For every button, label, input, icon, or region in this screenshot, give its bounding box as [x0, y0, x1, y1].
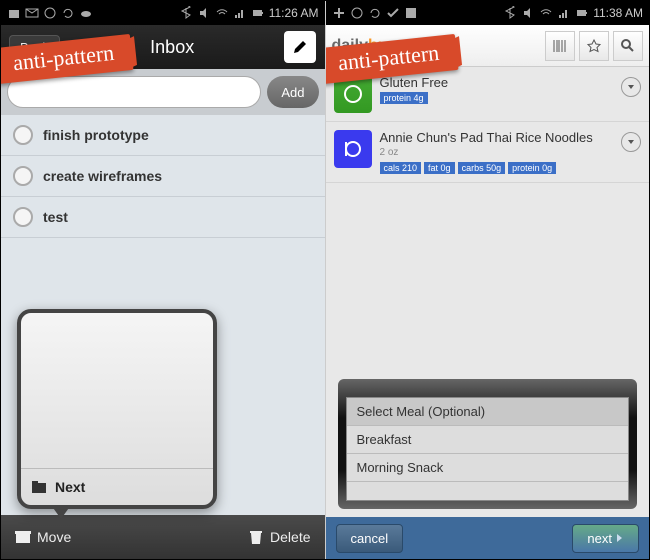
list-item[interactable]: create wireframes	[1, 156, 325, 197]
page-title: Inbox	[150, 37, 194, 58]
move-button[interactable]: Move	[15, 529, 71, 545]
popover-next-label: Next	[55, 479, 85, 495]
bottom-toolbar: Move Delete	[1, 515, 325, 559]
bottom-toolbar: cancel next	[326, 517, 650, 559]
nutrition-tag: fat 0g	[424, 162, 455, 174]
cancel-button[interactable]: cancel	[336, 524, 404, 553]
wifi-icon	[539, 6, 553, 20]
facebook-icon	[404, 6, 418, 20]
chevron-down-icon	[626, 137, 636, 147]
expand-button[interactable]	[621, 77, 641, 97]
search-icon	[620, 38, 636, 54]
todo-label: finish prototype	[43, 127, 149, 143]
expand-button[interactable]	[621, 132, 641, 152]
search-button[interactable]	[613, 31, 643, 61]
phone-right: 11:38 AM dailyburn Gluten Free protein 4…	[326, 1, 650, 559]
status-bar: 11:38 AM	[326, 1, 650, 25]
clock-text: 11:26 AM	[269, 6, 319, 20]
status-bar: 11:26 AM	[1, 1, 325, 25]
radio-icon[interactable]	[13, 207, 33, 227]
food-thumb	[334, 130, 372, 168]
todo-label: test	[43, 209, 68, 225]
picker-option[interactable]: Breakfast	[347, 426, 629, 454]
picker-wheel[interactable]: Select Meal (Optional) Breakfast Morning…	[346, 397, 630, 501]
next-label: next	[587, 531, 612, 546]
picker-option[interactable]: Select Meal (Optional)	[347, 398, 629, 426]
pencil-icon	[292, 39, 308, 55]
compose-button[interactable]	[284, 31, 316, 63]
nutrition-tag: protein 0g	[508, 162, 556, 174]
refresh-icon	[61, 6, 75, 20]
next-button[interactable]: next	[572, 524, 639, 553]
clock-text: 11:38 AM	[593, 6, 643, 20]
popover-next-row[interactable]: Next	[21, 468, 213, 505]
bluetooth-icon	[503, 6, 517, 20]
food-size: 2 oz	[380, 147, 642, 158]
wifi-icon	[215, 6, 229, 20]
chrome-icon	[350, 6, 364, 20]
chrome-icon	[43, 6, 57, 20]
plus-icon	[332, 6, 346, 20]
mail-icon	[25, 6, 39, 20]
meal-picker: Select Meal (Optional) Breakfast Morning…	[338, 379, 638, 509]
add-button[interactable]: Add	[267, 76, 318, 108]
list-item[interactable]: Annie Chun's Pad Thai Rice Noodles 2 oz …	[326, 122, 650, 183]
delete-label: Delete	[270, 529, 310, 545]
folder-icon	[31, 480, 47, 494]
check-icon	[386, 6, 400, 20]
move-popover: Next	[17, 309, 217, 509]
signal-icon	[557, 6, 571, 20]
new-todo-input[interactable]	[7, 76, 261, 108]
move-label: Move	[37, 529, 71, 545]
nutrition-tag: protein 4g	[380, 92, 428, 104]
cloud-icon	[79, 6, 93, 20]
chevron-down-icon	[626, 82, 636, 92]
phone-left: 11:26 AM Back Inbox Add finish prototype…	[1, 1, 326, 559]
food-name: Gluten Free	[380, 75, 642, 90]
food-name: Annie Chun's Pad Thai Rice Noodles	[380, 130, 642, 145]
favorite-button[interactable]	[579, 31, 609, 61]
picker-option[interactable]: Morning Snack	[347, 454, 629, 482]
todo-label: create wireframes	[43, 168, 162, 184]
nutrition-tag: cals 210	[380, 162, 422, 174]
chevron-right-icon	[616, 533, 624, 543]
battery-icon	[575, 6, 589, 20]
mute-icon	[197, 6, 211, 20]
battery-icon	[251, 6, 265, 20]
star-icon	[586, 38, 602, 54]
barcode-icon	[552, 38, 568, 54]
refresh-icon	[368, 6, 382, 20]
barcode-button[interactable]	[545, 31, 575, 61]
popover-arrow-icon	[51, 505, 71, 519]
list-item[interactable]: test	[1, 197, 325, 238]
signal-icon	[233, 6, 247, 20]
home-icon	[7, 6, 21, 20]
radio-icon[interactable]	[13, 166, 33, 186]
radio-icon[interactable]	[13, 125, 33, 145]
nutrition-tag: carbs 50g	[458, 162, 506, 174]
trash-icon	[248, 529, 264, 545]
mute-icon	[521, 6, 535, 20]
list-item[interactable]: finish prototype	[1, 115, 325, 156]
delete-button[interactable]: Delete	[248, 529, 310, 545]
bluetooth-icon	[179, 6, 193, 20]
archive-icon	[15, 529, 31, 545]
